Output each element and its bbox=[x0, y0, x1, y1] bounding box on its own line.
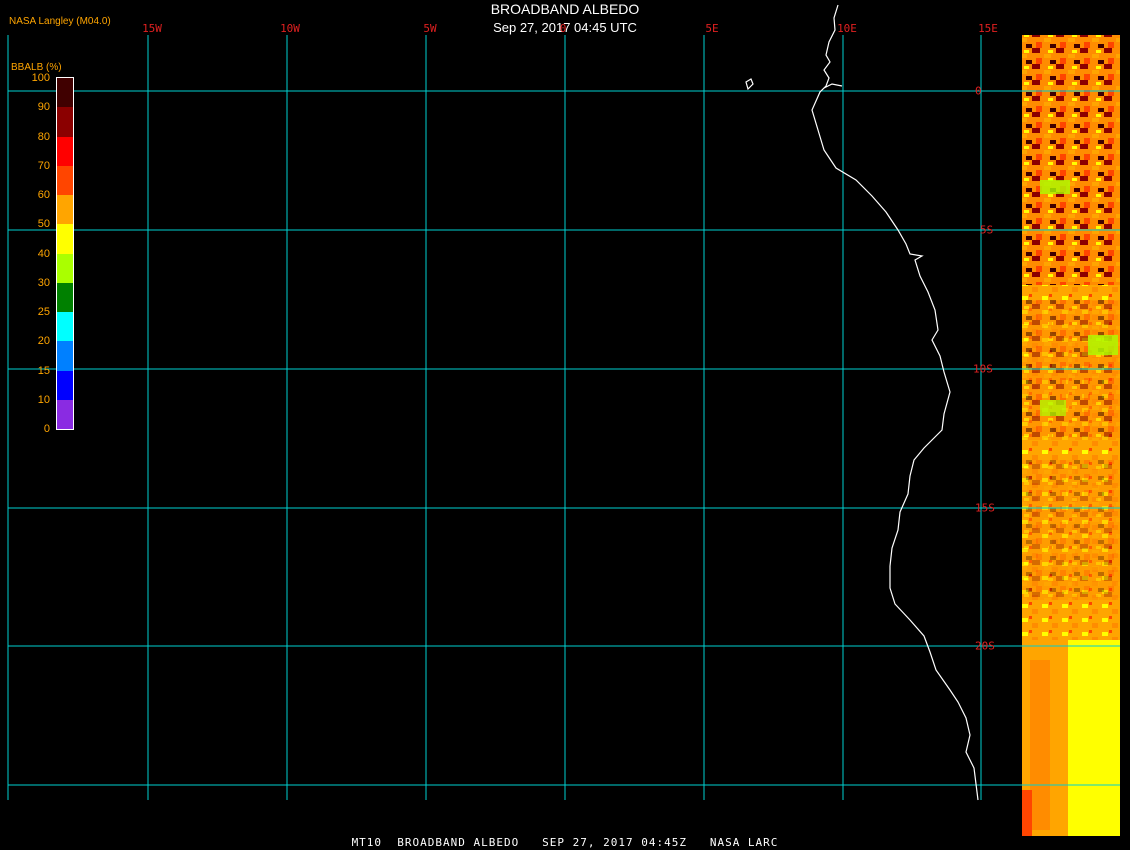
colorbar-tick-label: 70 bbox=[37, 159, 50, 172]
colorbar bbox=[56, 77, 74, 430]
footer-caption: MT10 BROADBAND ALBEDO SEP 27, 2017 04:45… bbox=[351, 836, 779, 849]
lon-label-10w: 10W bbox=[280, 22, 300, 35]
colorbar-tick-label: 15 bbox=[37, 364, 50, 377]
colorbar-tick-label: 100 bbox=[31, 72, 50, 84]
colorbar-tick-label: 0 bbox=[43, 423, 50, 435]
colorbar-swatch bbox=[57, 399, 73, 429]
colorbar-swatch bbox=[57, 370, 73, 400]
lon-label-15w: 15W bbox=[142, 22, 162, 35]
colorbar-swatch bbox=[57, 341, 73, 371]
colorbar-tick-label: 80 bbox=[37, 130, 50, 143]
colorbar-tick-label: 20 bbox=[37, 335, 50, 348]
colorbar-swatch bbox=[57, 165, 73, 195]
colorbar-swatch bbox=[57, 195, 73, 225]
lon-label-5w: 5W bbox=[423, 22, 437, 35]
lon-label-0: 0 bbox=[559, 22, 567, 35]
colorbar-swatch bbox=[57, 78, 73, 108]
lat-label-0: 0 bbox=[975, 84, 982, 98]
colorbar-tick-label: 50 bbox=[37, 218, 50, 231]
lat-label-10s: 10S bbox=[973, 362, 993, 376]
colorbar-swatch bbox=[57, 136, 73, 166]
colorbar-tick-label: 40 bbox=[37, 247, 50, 260]
colorbar-tick-label: 60 bbox=[37, 189, 50, 201]
colorbar-swatch bbox=[57, 107, 73, 137]
colorbar-swatch bbox=[57, 253, 73, 283]
lat-label-20s: 20S bbox=[975, 639, 995, 653]
colorbar-swatch bbox=[57, 282, 73, 312]
lat-label-5s: 5S bbox=[980, 223, 994, 237]
colorbar-tick-label: 10 bbox=[37, 393, 50, 406]
lon-label-5e: 5E bbox=[705, 22, 719, 35]
lat-label-15s: 15S bbox=[975, 501, 995, 515]
lat-lon-grid bbox=[7, 35, 1120, 800]
lon-label-15e: 15E bbox=[978, 22, 998, 35]
colorbar-tick-label: 25 bbox=[37, 306, 50, 318]
coastline bbox=[745, 4, 979, 801]
colorbar-swatch bbox=[57, 312, 73, 342]
albedo-data-strip bbox=[1022, 35, 1120, 836]
colorbar-swatch bbox=[57, 224, 73, 254]
colorbar-tick-label: 90 bbox=[37, 101, 50, 114]
lon-label-10e: 10E bbox=[837, 22, 857, 35]
colorbar-tick-label: 30 bbox=[37, 276, 50, 289]
map-canvas bbox=[7, 4, 1120, 836]
